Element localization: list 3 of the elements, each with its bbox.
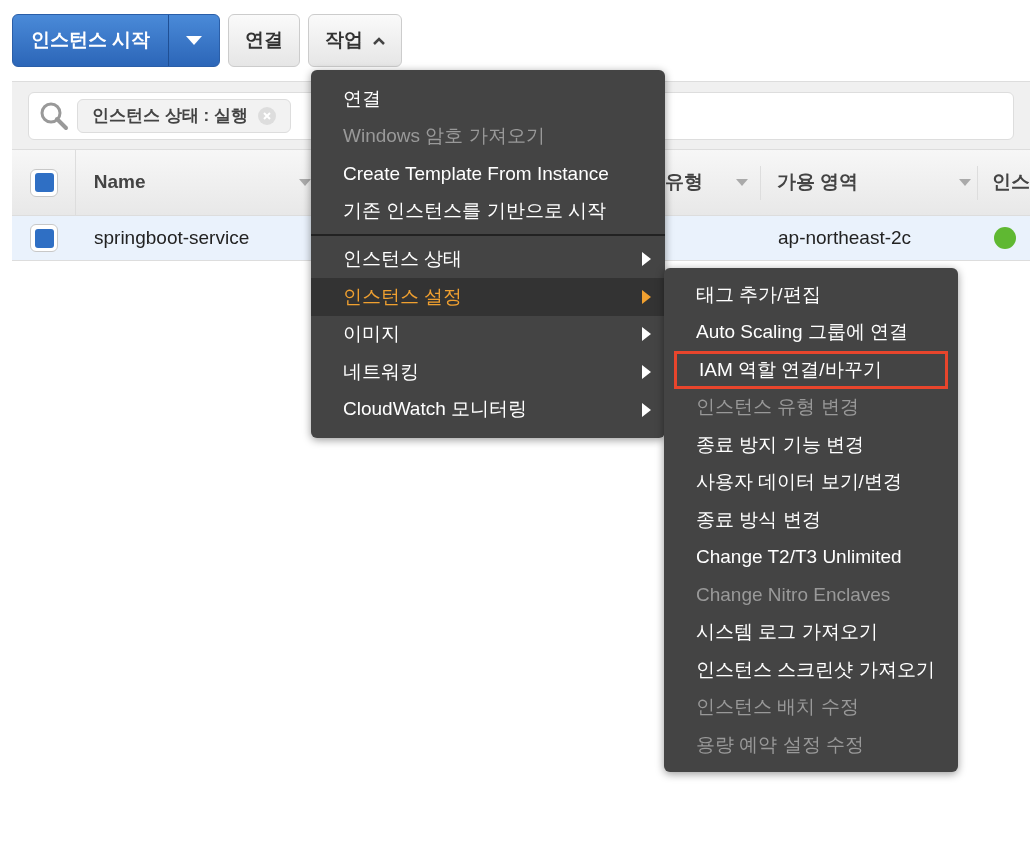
filter-text: 인스턴스 상태 : 실행 (92, 104, 248, 127)
table-cell: ap-northeast-2c (778, 226, 912, 248)
table-cell: springboot-service (94, 226, 250, 248)
